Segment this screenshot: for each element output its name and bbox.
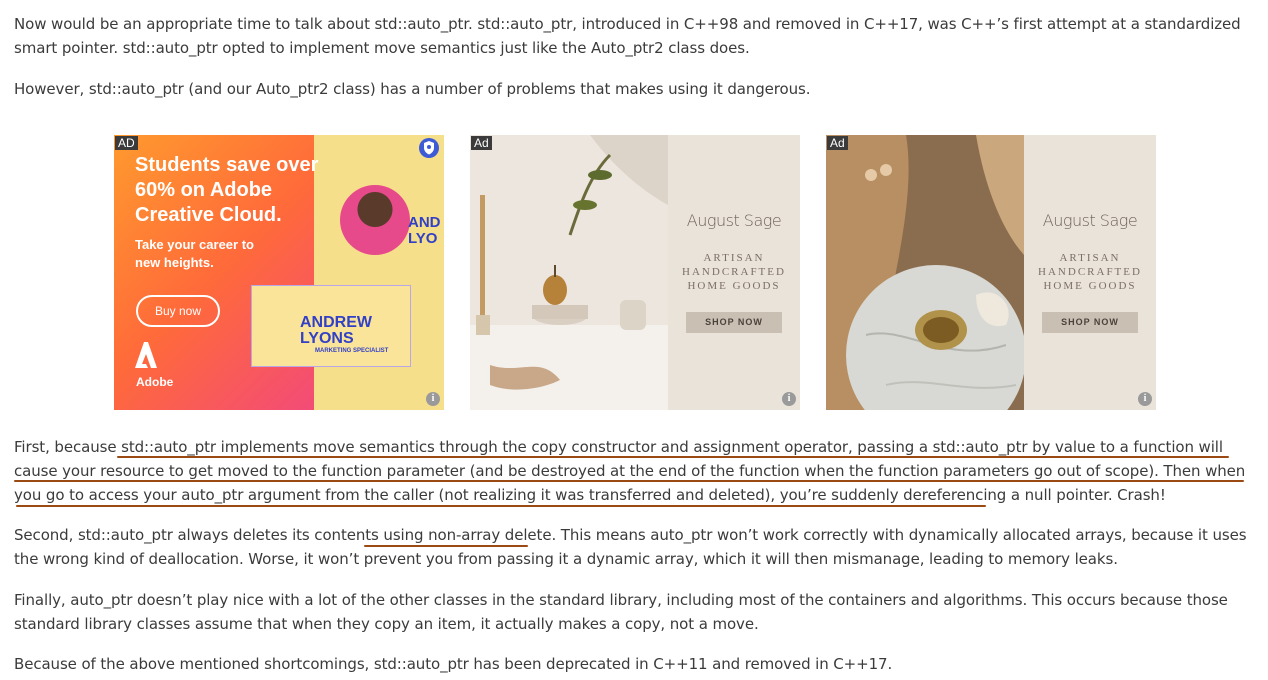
ad-adobe[interactable]: AD Students save over 60% on Adobe Creat… bbox=[114, 135, 444, 410]
paragraph-text: Second, std::auto_ptr always deletes its… bbox=[14, 526, 384, 544]
paragraph-third-problem: Finally, auto_ptr doesn’t play nice with… bbox=[14, 591, 1228, 633]
annotation-underline bbox=[364, 545, 528, 547]
annotation-underline bbox=[16, 505, 986, 507]
buy-now-button[interactable]: Buy now bbox=[136, 295, 220, 327]
ad-subtext: Take your career to new heights. bbox=[135, 237, 254, 270]
ad-info-icon[interactable]: i bbox=[426, 392, 440, 406]
paragraph-intro: Now would be an appropriate time to talk… bbox=[14, 15, 1241, 57]
ad-badge: Ad bbox=[471, 136, 492, 150]
brand-name: August Sage bbox=[1042, 211, 1138, 230]
ad-badge: Ad bbox=[827, 136, 848, 150]
brand-tagline: ARTISAN HANDCRAFTED HOME GOODS bbox=[682, 252, 786, 292]
portrait-image bbox=[340, 185, 410, 255]
ad-info-icon[interactable]: i bbox=[1138, 392, 1152, 406]
annotation-underline bbox=[117, 456, 1229, 458]
ad-august-sage-1[interactable]: Ad August Sage ARTISAN HANDCRAFTED HOME … bbox=[470, 135, 800, 410]
shield-icon bbox=[418, 137, 440, 163]
highlighted-text: using non-array delete bbox=[383, 526, 552, 544]
adobe-logo-icon bbox=[135, 342, 157, 372]
brand-name: August Sage bbox=[686, 211, 782, 230]
adobe-logo-text: Adobe bbox=[136, 375, 174, 389]
ad-info-icon[interactable]: i bbox=[782, 392, 796, 406]
brand-tagline: ARTISAN HANDCRAFTED HOME GOODS bbox=[1038, 252, 1142, 292]
product-photo bbox=[826, 135, 1024, 410]
annotation-underline bbox=[14, 480, 1244, 482]
ad-text-panel: August Sage ARTISAN HANDCRAFTED HOME GOO… bbox=[1024, 135, 1156, 410]
card-role: MARKETING SPECIALIST bbox=[315, 348, 389, 354]
paragraph-conclusion: Because of the above mentioned shortcomi… bbox=[14, 655, 893, 673]
paragraph-second-problem: Second, std::auto_ptr always deletes its… bbox=[14, 523, 1258, 571]
card-name: ANDREW LYONS bbox=[300, 314, 372, 347]
ad-august-sage-2[interactable]: Ad August Sage ARTISAN HANDCRAFTED HOME … bbox=[826, 135, 1156, 410]
paragraph-problems: However, std::auto_ptr (and our Auto_ptr… bbox=[14, 80, 811, 98]
ad-badge: AD bbox=[115, 136, 138, 150]
paragraph-first-problem: First, because std::auto_ptr implements … bbox=[14, 438, 1246, 504]
ad-headline: Students save over 60% on Adobe Creative… bbox=[135, 154, 319, 226]
ad-text-panel: August Sage ARTISAN HANDCRAFTED HOME GOO… bbox=[668, 135, 800, 410]
shop-now-button[interactable]: SHOP NOW bbox=[1042, 312, 1138, 333]
shop-now-button[interactable]: SHOP NOW bbox=[686, 312, 782, 333]
product-photo bbox=[470, 135, 668, 410]
ad-side-name: AND LYO bbox=[408, 214, 441, 247]
